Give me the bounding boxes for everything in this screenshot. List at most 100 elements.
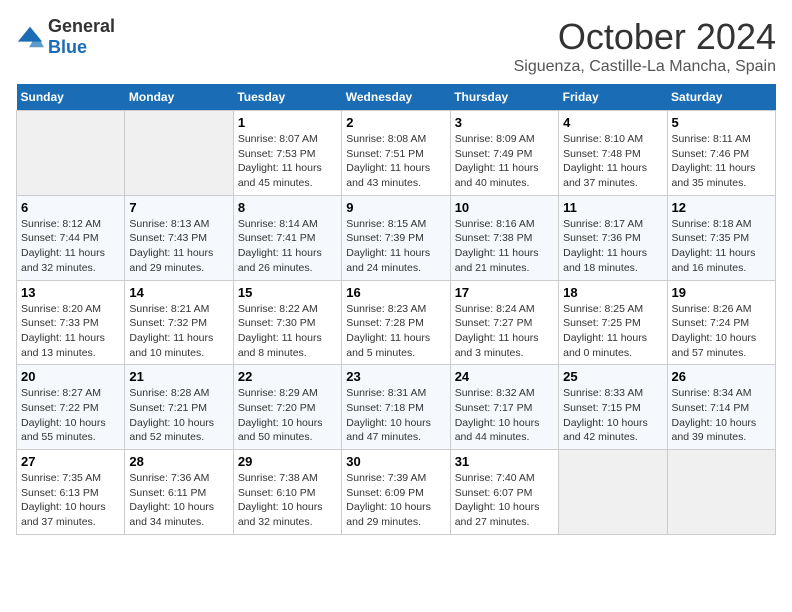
location: Siguenza, Castille-La Mancha, Spain [514, 58, 776, 76]
day-detail: Sunrise: 8:20 AMSunset: 7:33 PMDaylight:… [21, 302, 120, 361]
weekday-header: Sunday [17, 84, 125, 111]
calendar-cell: 9 Sunrise: 8:15 AMSunset: 7:39 PMDaylight… [342, 195, 450, 280]
day-detail: Sunrise: 8:25 AMSunset: 7:25 PMDaylight:… [563, 302, 662, 361]
day-number: 16 [346, 285, 445, 300]
calendar-week-row: 13 Sunrise: 8:20 AMSunset: 7:33 PMDayligh… [17, 280, 776, 365]
day-number: 21 [129, 369, 228, 384]
title-block: October 2024 Siguenza, Castille-La Manch… [514, 16, 776, 76]
calendar-cell: 1 Sunrise: 8:07 AMSunset: 7:53 PMDaylight… [233, 111, 341, 196]
calendar-week-row: 1 Sunrise: 8:07 AMSunset: 7:53 PMDaylight… [17, 111, 776, 196]
calendar-cell: 10Sunrise: 8:16 AMSunset: 7:38 PMDayligh… [450, 195, 558, 280]
day-detail: Sunrise: 8:23 AMSunset: 7:28 PMDaylight:… [346, 302, 445, 361]
day-detail: Sunrise: 8:27 AMSunset: 7:22 PMDaylight:… [21, 386, 120, 445]
day-detail: Sunrise: 8:13 AMSunset: 7:43 PMDaylight:… [129, 217, 228, 276]
day-number: 17 [455, 285, 554, 300]
calendar-cell: 13 Sunrise: 8:20 AMSunset: 7:33 PMDayligh… [17, 280, 125, 365]
calendar-week-row: 20 Sunrise: 8:27 AMSunset: 7:22 PMDayligh… [17, 365, 776, 450]
day-number: 6 [21, 200, 120, 215]
calendar-cell: 16 Sunrise: 8:23 AMSunset: 7:28 PMDayligh… [342, 280, 450, 365]
calendar-header: SundayMondayTuesdayWednesdayThursdayFrid… [17, 84, 776, 111]
day-number: 4 [563, 115, 662, 130]
day-detail: Sunrise: 8:32 AMSunset: 7:17 PMDaylight:… [455, 386, 554, 445]
calendar-cell: 15Sunrise: 8:22 AMSunset: 7:30 PMDayligh… [233, 280, 341, 365]
calendar-cell: 6Sunrise: 8:12 AMSunset: 7:44 PMDaylight… [17, 195, 125, 280]
logo-general: General [48, 16, 115, 36]
day-detail: Sunrise: 7:39 AMSunset: 6:09 PMDaylight:… [346, 471, 445, 530]
day-number: 27 [21, 454, 120, 469]
day-number: 30 [346, 454, 445, 469]
calendar-cell: 14 Sunrise: 8:21 AMSunset: 7:32 PMDayligh… [125, 280, 233, 365]
day-number: 8 [238, 200, 337, 215]
day-number: 7 [129, 200, 228, 215]
day-detail: Sunrise: 8:24 AMSunset: 7:27 PMDaylight:… [455, 302, 554, 361]
day-number: 3 [455, 115, 554, 130]
calendar-cell [559, 450, 667, 535]
day-number: 14 [129, 285, 228, 300]
day-detail: Sunrise: 7:36 AMSunset: 6:11 PMDaylight:… [129, 471, 228, 530]
day-number: 13 [21, 285, 120, 300]
calendar-cell: 12 Sunrise: 8:18 AMSunset: 7:35 PMDayligh… [667, 195, 775, 280]
day-number: 9 [346, 200, 445, 215]
weekday-header: Tuesday [233, 84, 341, 111]
day-number: 28 [129, 454, 228, 469]
day-detail: Sunrise: 8:31 AMSunset: 7:18 PMDaylight:… [346, 386, 445, 445]
calendar-cell: 5Sunrise: 8:11 AMSunset: 7:46 PMDaylight… [667, 111, 775, 196]
calendar-cell: 17 Sunrise: 8:24 AMSunset: 7:27 PMDayligh… [450, 280, 558, 365]
day-number: 22 [238, 369, 337, 384]
logo: General Blue [16, 16, 115, 58]
day-number: 20 [21, 369, 120, 384]
calendar-cell [667, 450, 775, 535]
month-title: October 2024 [514, 16, 776, 58]
calendar-cell: 8Sunrise: 8:14 AMSunset: 7:41 PMDaylight… [233, 195, 341, 280]
calendar-cell: 11Sunrise: 8:17 AMSunset: 7:36 PMDayligh… [559, 195, 667, 280]
day-detail: Sunrise: 8:18 AMSunset: 7:35 PMDaylight:… [672, 217, 771, 276]
day-detail: Sunrise: 8:10 AMSunset: 7:48 PMDaylight:… [563, 132, 662, 191]
calendar-cell: 29 Sunrise: 7:38 AMSunset: 6:10 PMDayligh… [233, 450, 341, 535]
day-number: 23 [346, 369, 445, 384]
calendar-cell: 28 Sunrise: 7:36 AMSunset: 6:11 PMDayligh… [125, 450, 233, 535]
day-detail: Sunrise: 8:29 AMSunset: 7:20 PMDaylight:… [238, 386, 337, 445]
day-number: 24 [455, 369, 554, 384]
calendar-cell: 4 Sunrise: 8:10 AMSunset: 7:48 PMDaylight… [559, 111, 667, 196]
day-number: 26 [672, 369, 771, 384]
calendar-cell: 19 Sunrise: 8:26 AMSunset: 7:24 PMDayligh… [667, 280, 775, 365]
day-number: 18 [563, 285, 662, 300]
weekday-header: Wednesday [342, 84, 450, 111]
day-detail: Sunrise: 8:28 AMSunset: 7:21 PMDaylight:… [129, 386, 228, 445]
weekday-header: Saturday [667, 84, 775, 111]
calendar-cell: 2Sunrise: 8:08 AMSunset: 7:51 PMDaylight… [342, 111, 450, 196]
day-detail: Sunrise: 8:08 AMSunset: 7:51 PMDaylight:… [346, 132, 445, 191]
day-detail: Sunrise: 8:09 AMSunset: 7:49 PMDaylight:… [455, 132, 554, 191]
day-detail: Sunrise: 7:38 AMSunset: 6:10 PMDaylight:… [238, 471, 337, 530]
day-detail: Sunrise: 8:21 AMSunset: 7:32 PMDaylight:… [129, 302, 228, 361]
weekday-header: Monday [125, 84, 233, 111]
calendar-cell: 22 Sunrise: 8:29 AMSunset: 7:20 PMDayligh… [233, 365, 341, 450]
calendar-cell: 30 Sunrise: 7:39 AMSunset: 6:09 PMDayligh… [342, 450, 450, 535]
day-detail: Sunrise: 8:33 AMSunset: 7:15 PMDaylight:… [563, 386, 662, 445]
day-number: 19 [672, 285, 771, 300]
calendar-cell: 7 Sunrise: 8:13 AMSunset: 7:43 PMDaylight… [125, 195, 233, 280]
calendar-cell: 27 Sunrise: 7:35 AMSunset: 6:13 PMDayligh… [17, 450, 125, 535]
calendar-week-row: 6Sunrise: 8:12 AMSunset: 7:44 PMDaylight… [17, 195, 776, 280]
calendar-cell: 24 Sunrise: 8:32 AMSunset: 7:17 PMDayligh… [450, 365, 558, 450]
calendar-cell [17, 111, 125, 196]
calendar-cell: 25Sunrise: 8:33 AMSunset: 7:15 PMDayligh… [559, 365, 667, 450]
day-number: 1 [238, 115, 337, 130]
calendar-cell: 18 Sunrise: 8:25 AMSunset: 7:25 PMDayligh… [559, 280, 667, 365]
calendar-cell: 20 Sunrise: 8:27 AMSunset: 7:22 PMDayligh… [17, 365, 125, 450]
calendar-cell: 23 Sunrise: 8:31 AMSunset: 7:18 PMDayligh… [342, 365, 450, 450]
calendar-cell: 26Sunrise: 8:34 AMSunset: 7:14 PMDayligh… [667, 365, 775, 450]
day-detail: Sunrise: 8:11 AMSunset: 7:46 PMDaylight:… [672, 132, 771, 191]
day-detail: Sunrise: 8:07 AMSunset: 7:53 PMDaylight:… [238, 132, 337, 191]
header-row: SundayMondayTuesdayWednesdayThursdayFrid… [17, 84, 776, 111]
calendar-cell: 21 Sunrise: 8:28 AMSunset: 7:21 PMDayligh… [125, 365, 233, 450]
calendar-cell [125, 111, 233, 196]
day-number: 29 [238, 454, 337, 469]
day-number: 12 [672, 200, 771, 215]
day-detail: Sunrise: 7:35 AMSunset: 6:13 PMDaylight:… [21, 471, 120, 530]
page-header: General Blue October 2024 Siguenza, Cast… [16, 16, 776, 76]
calendar-cell: 31Sunrise: 7:40 AMSunset: 6:07 PMDayligh… [450, 450, 558, 535]
day-number: 15 [238, 285, 337, 300]
day-detail: Sunrise: 8:15 AMSunset: 7:39 PMDaylight:… [346, 217, 445, 276]
day-detail: Sunrise: 8:26 AMSunset: 7:24 PMDaylight:… [672, 302, 771, 361]
